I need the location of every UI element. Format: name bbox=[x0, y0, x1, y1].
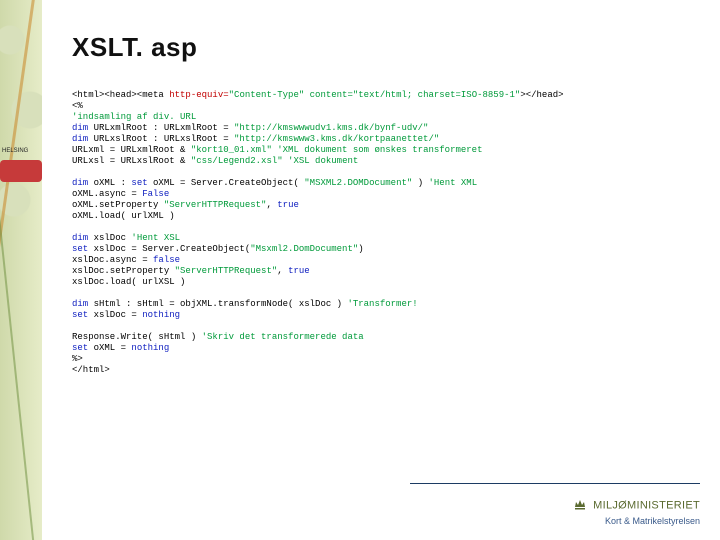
ministry-logo: MILJØMINISTERIET bbox=[573, 497, 700, 514]
code-line: xslDoc = bbox=[88, 310, 142, 320]
code-line: oXML.setProperty bbox=[72, 200, 164, 210]
footer: MILJØMINISTERIET Kort & Matrikelstyrelse… bbox=[573, 497, 700, 526]
crown-icon bbox=[573, 497, 587, 514]
code-line: ></head> bbox=[520, 90, 563, 100]
code-str: "MSXML2.DOMDocument" bbox=[304, 178, 412, 188]
code-kw: dim bbox=[72, 299, 88, 309]
slide-title: XSLT. asp bbox=[72, 32, 197, 63]
code-line: URLxml = URLxmlRoot & bbox=[72, 145, 191, 155]
code-line: xslDoc.async = bbox=[72, 255, 153, 265]
code-comment: 'Transformer! bbox=[347, 299, 417, 309]
code-line: URLxmlRoot : URLxmlRoot = bbox=[88, 123, 234, 133]
code-comment: 'Hent XML bbox=[429, 178, 478, 188]
code-line: oXML = Server.CreateObject( bbox=[148, 178, 305, 188]
code-line: Response.Write( sHtml ) bbox=[72, 332, 202, 342]
code-kw: dim bbox=[72, 123, 88, 133]
code-line: oXML.load( urlXML ) bbox=[72, 211, 175, 221]
code-kw: set bbox=[72, 343, 88, 353]
code-str: "http://kmswww3.kms.dk/kortpaanettet/" bbox=[234, 134, 439, 144]
code-line: URLxsl = URLxslRoot & bbox=[72, 156, 191, 166]
code-kw: set bbox=[72, 244, 88, 254]
code-line: oXML = bbox=[88, 343, 131, 353]
code-line: , bbox=[277, 266, 288, 276]
code-line: URLxslRoot : URLxslRoot = bbox=[88, 134, 234, 144]
code-str: "css/Legend2.xsl" bbox=[191, 156, 283, 166]
code-kw: nothing bbox=[142, 310, 180, 320]
code-line: xslDoc bbox=[88, 233, 131, 243]
code-line: <% bbox=[72, 101, 83, 111]
code-comment: 'Skriv det transformerede data bbox=[202, 332, 364, 342]
code-block: <html><head><meta http-equiv="Content-Ty… bbox=[72, 90, 672, 376]
code-kw: set bbox=[72, 310, 88, 320]
code-kw: dim bbox=[72, 134, 88, 144]
code-line: , bbox=[266, 200, 277, 210]
code-comment: 'Hent XSL bbox=[131, 233, 180, 243]
code-str: "Msxml2.DomDocument" bbox=[250, 244, 358, 254]
code-str: "ServerHTTPRequest" bbox=[175, 266, 278, 276]
code-line: ) bbox=[412, 178, 428, 188]
code-line: <html><head><meta bbox=[72, 90, 169, 100]
code-str: "kort10_01.xml" bbox=[191, 145, 272, 155]
code-line: oXML.async = bbox=[72, 189, 142, 199]
map-city-label: HELSING bbox=[2, 148, 28, 154]
code-comment: 'indsamling af div. URL bbox=[72, 112, 196, 122]
code-line: xslDoc.load( urlXSL ) bbox=[72, 277, 185, 287]
map-sidebar-strip: HELSING bbox=[0, 0, 42, 540]
code-kw: true bbox=[277, 200, 299, 210]
code-kw: nothing bbox=[131, 343, 169, 353]
code-kw: False bbox=[142, 189, 169, 199]
code-comment: 'XSL dokument bbox=[283, 156, 359, 166]
ministry-name: MILJØMINISTERIET bbox=[593, 499, 700, 511]
code-attr: http-equiv= bbox=[169, 90, 228, 100]
code-kw: dim bbox=[72, 233, 88, 243]
code-kw: false bbox=[153, 255, 180, 265]
footer-divider bbox=[410, 483, 700, 484]
code-str: "text/html; charset=ISO-8859-1" bbox=[353, 90, 520, 100]
code-line: xslDoc.setProperty bbox=[72, 266, 175, 276]
agency-name: Kort & Matrikelstyrelsen bbox=[573, 516, 700, 526]
code-line: %> bbox=[72, 354, 83, 364]
code-line: xslDoc = Server.CreateObject( bbox=[88, 244, 250, 254]
map-city-marker bbox=[0, 160, 42, 182]
code-line: </html> bbox=[72, 365, 110, 375]
code-kw: dim bbox=[72, 178, 88, 188]
code-line: ) bbox=[358, 244, 363, 254]
code-str: "ServerHTTPRequest" bbox=[164, 200, 267, 210]
code-line: oXML : bbox=[88, 178, 131, 188]
code-comment: 'XML dokument som ønskes transformeret bbox=[272, 145, 483, 155]
code-kw: true bbox=[288, 266, 310, 276]
code-str: "http://kmswwwudv1.kms.dk/bynf-udv/" bbox=[234, 123, 428, 133]
code-kw: set bbox=[131, 178, 147, 188]
code-str: "Content-Type" content= bbox=[229, 90, 353, 100]
code-line: sHtml : sHtml = objXML.transformNode( xs… bbox=[88, 299, 347, 309]
